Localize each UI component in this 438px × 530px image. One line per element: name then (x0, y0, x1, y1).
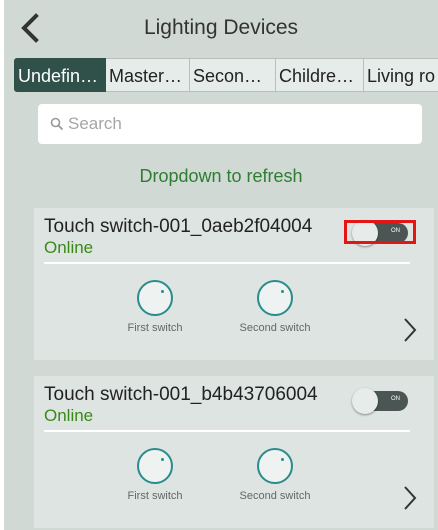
highlight-box (344, 220, 416, 244)
tab-second[interactable]: Second … (190, 58, 276, 92)
switch-knob-icon[interactable] (257, 280, 293, 316)
tab-children[interactable]: Children… (276, 58, 364, 92)
device-status: Online (44, 406, 94, 425)
search-input[interactable] (68, 114, 368, 134)
switch-label: First switch (127, 322, 183, 334)
chevron-right-icon[interactable] (402, 316, 418, 344)
device-name: Touch switch-001_0aeb2f04004 (44, 216, 313, 237)
device-card[interactable]: Touch switch-001_0aeb2f04004 Online ON F… (34, 208, 434, 360)
switch-label: Second switch (239, 322, 311, 334)
tab-undefined[interactable]: Undefin… (14, 58, 106, 92)
divider (44, 262, 410, 264)
app-screen: Lighting Devices Undefin… Master … Secon… (4, 0, 438, 530)
switch-knob-icon[interactable] (257, 448, 293, 484)
toggle-on-label: ON (391, 396, 400, 402)
page-title: Lighting Devices (143, 16, 299, 39)
chevron-right-icon[interactable] (402, 484, 418, 512)
switch-label: First switch (127, 490, 183, 502)
divider (44, 430, 410, 432)
refresh-hint: Dropdown to refresh (139, 166, 303, 186)
power-toggle[interactable]: ON (352, 388, 408, 414)
search-box[interactable] (38, 104, 422, 144)
header-bar: Lighting Devices (4, 0, 438, 56)
switch-knob-icon[interactable] (137, 280, 173, 316)
toggle-knob (352, 388, 378, 414)
second-switch[interactable]: Second switch (220, 280, 330, 334)
device-card[interactable]: Touch switch-001_b4b43706004 Online ON F… (34, 376, 434, 528)
switch-label: Second switch (239, 490, 311, 502)
device-name: Touch switch-001_b4b43706004 (44, 384, 318, 405)
tab-living-room[interactable]: Living ro (364, 58, 438, 92)
first-switch[interactable]: First switch (100, 448, 210, 502)
search-icon (50, 117, 64, 131)
device-status: Online (44, 238, 94, 257)
switch-knob-icon[interactable] (137, 448, 173, 484)
tab-master[interactable]: Master … (106, 58, 190, 92)
room-tabs: Undefin… Master … Second … Children… Liv… (14, 58, 438, 92)
first-switch[interactable]: First switch (100, 280, 210, 334)
second-switch[interactable]: Second switch (220, 448, 330, 502)
